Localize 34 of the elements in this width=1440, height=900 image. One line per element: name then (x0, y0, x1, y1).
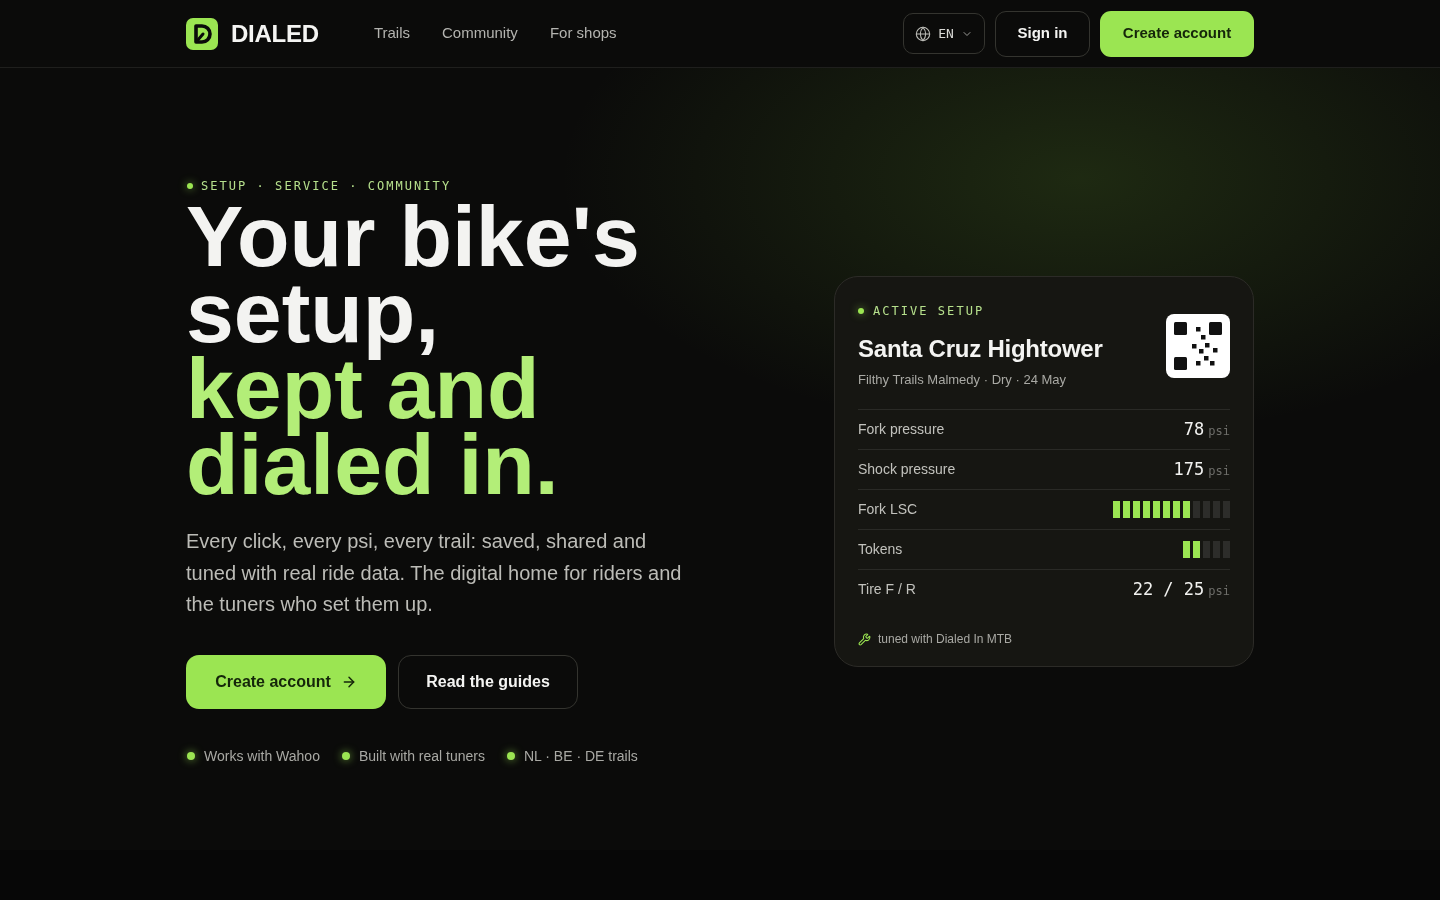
card-eyebrow: ACTIVE SETUP (873, 303, 985, 320)
globe-icon (915, 25, 932, 42)
setting-value: 78 (1183, 418, 1205, 441)
setting-value: 22 / 25 (1132, 578, 1205, 601)
setting-label: Tire F / R (858, 580, 916, 600)
unit-label: psi (1208, 583, 1230, 600)
unit-label: psi (1208, 423, 1230, 440)
unit-label: psi (1208, 463, 1230, 480)
nav-link[interactable]: For shops (549, 22, 617, 45)
qr-code-icon (1166, 314, 1230, 379)
wrench-icon (858, 632, 871, 646)
logo-icon (186, 17, 218, 50)
ride-details: Filthy Trails Malmedy · Dry · 24 May (858, 371, 1068, 390)
nav-link[interactable]: Community (442, 22, 518, 45)
setting-label: Shock pressure (858, 460, 956, 480)
brand-logo[interactable]: DIALED (186, 15, 319, 52)
tuned-by-note: tuned with Dialed In MTB (878, 631, 1013, 648)
nav-link[interactable]: Trails (373, 22, 410, 45)
setting-label: Fork LSC (858, 500, 918, 520)
highlight-text: Works with Wahoo (204, 746, 320, 766)
read-guides-button[interactable]: Read the guides (398, 654, 578, 709)
sign-in-button[interactable]: Sign in (995, 10, 1090, 57)
hero-headline: Your bike's setup, kept and dialed in. (186, 198, 641, 502)
bike-title: Santa Cruz Hightower (858, 334, 1103, 365)
hero-eyebrow: SETUP · SERVICE · COMMUNITY (201, 178, 452, 194)
hero-description: Every click, every psi, every trail: saved, shared and tuned with real ride data. The digital home for riders and the tuners who set them up. (186, 529, 683, 617)
highlight-text: Built with real tuners (358, 746, 485, 766)
language-selector[interactable]: EN (903, 13, 985, 54)
setting-label: Fork pressure (858, 420, 945, 440)
setting-value: 175 (1173, 458, 1205, 481)
setting-label: Tokens (858, 540, 903, 560)
create-account-button[interactable]: Create account (1100, 10, 1254, 57)
create-account-button[interactable]: Create account (186, 654, 386, 709)
highlight-text: NL · BE · DE trails (524, 746, 638, 766)
